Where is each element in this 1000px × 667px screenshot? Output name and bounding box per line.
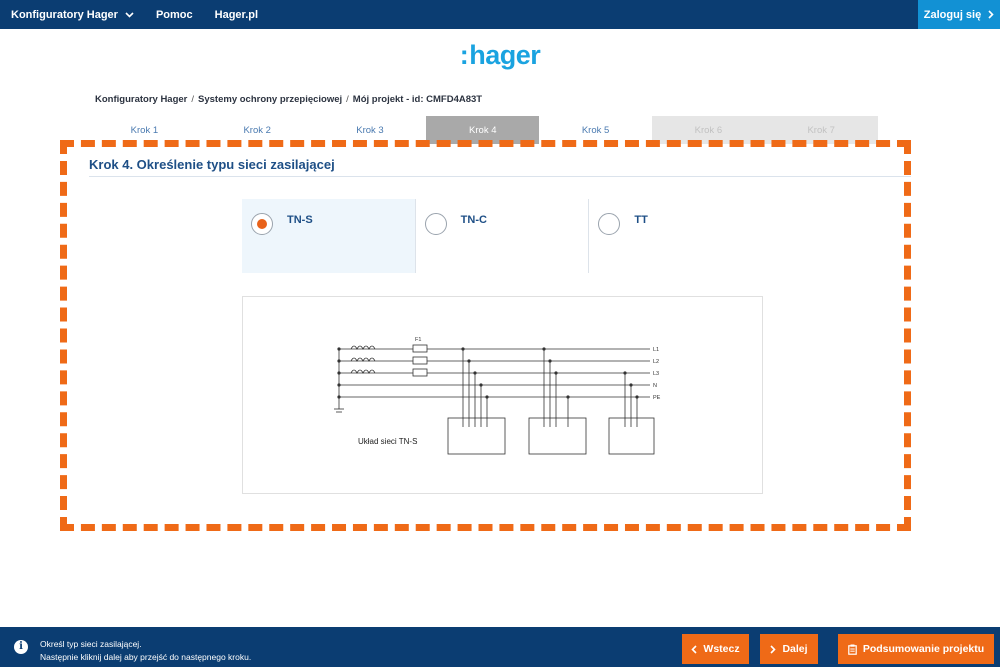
- radio-button-selected[interactable]: [251, 213, 273, 235]
- option-label-tn-c: TN-C: [460, 214, 487, 226]
- network-diagram: F1 L1 L2 L3 N PE Układ sieci TN-S: [242, 296, 763, 494]
- tn-s-schematic: F1 L1 L2 L3 N PE: [334, 337, 661, 455]
- chevron-left-icon: [691, 644, 697, 654]
- hager-logo[interactable]: :hager: [0, 40, 1000, 71]
- logo-text: hager: [469, 40, 541, 70]
- info-icon: i: [14, 640, 28, 654]
- chevron-right-icon: [988, 10, 994, 19]
- breadcrumb-configurators[interactable]: Konfiguratory Hager: [95, 94, 187, 105]
- option-label-tn-s: TN-S: [287, 214, 313, 226]
- fuse-label: F1: [415, 337, 421, 343]
- breadcrumb-surge-protection[interactable]: Systemy ochrony przepięciowej: [198, 94, 342, 105]
- nav-configurators-dropdown[interactable]: Konfiguratory Hager: [0, 0, 145, 29]
- login-button[interactable]: Zaloguj się: [918, 0, 1000, 29]
- breadcrumb-project: Mój projekt - id: CMFD4A83T: [352, 94, 483, 105]
- breadcrumb-separator: /: [346, 94, 349, 105]
- login-label: Zaloguj się: [923, 8, 982, 21]
- next-label: Dalej: [782, 643, 808, 655]
- radio-button[interactable]: [424, 213, 447, 235]
- title-divider: [89, 176, 911, 177]
- step-tab-3[interactable]: Krok 3: [314, 116, 427, 144]
- next-button[interactable]: Dalej: [760, 634, 818, 664]
- line-label-l2: L2: [653, 359, 659, 365]
- page-title: Krok 4. Określenie typu sieci zasilające…: [89, 157, 335, 172]
- line-label-pe: PE: [653, 395, 661, 401]
- line-label-l3: L3: [653, 371, 659, 377]
- radio-button[interactable]: [598, 213, 621, 235]
- clipboard-icon: [848, 644, 857, 655]
- step-tab-6: Krok 6: [651, 116, 765, 144]
- option-tn-c[interactable]: TN-C: [416, 199, 590, 273]
- logo-mark: :: [459, 40, 469, 70]
- back-button[interactable]: Wstecz: [682, 634, 749, 664]
- nav-help-link[interactable]: Pomoc: [145, 0, 204, 29]
- nav-hager-link[interactable]: Hager.pl: [204, 0, 269, 29]
- step-tab-7: Krok 7: [764, 116, 878, 144]
- info-line-2: Następnie kliknij dalej aby przejść do n…: [40, 652, 252, 662]
- network-type-options: TN-S TN-C TT: [242, 199, 762, 273]
- back-label: Wstecz: [703, 643, 740, 655]
- breadcrumb-separator: /: [191, 94, 195, 105]
- project-summary-button[interactable]: Podsumowanie projektu: [838, 634, 994, 664]
- breadcrumb: Konfiguratory Hager / Systemy ochrony pr…: [95, 94, 482, 105]
- summary-label: Podsumowanie projektu: [862, 643, 985, 655]
- nav-configurators-label: Konfiguratory Hager: [11, 8, 118, 21]
- step-tab-4[interactable]: Krok 4: [426, 116, 540, 144]
- chevron-down-icon: [125, 11, 134, 18]
- info-message: Określ typ sieci zasilającej. Następnie …: [40, 638, 251, 664]
- line-label-n: N: [653, 383, 657, 389]
- diagram-caption: Układ sieci TN-S: [358, 437, 418, 446]
- option-label-tt: TT: [634, 214, 648, 226]
- line-label-l1: L1: [653, 347, 659, 353]
- radio-dot: [256, 218, 267, 229]
- top-navigation: Konfiguratory Hager Pomoc Hager.pl: [0, 0, 1000, 29]
- chevron-right-icon: [770, 644, 777, 654]
- option-tt[interactable]: TT: [589, 199, 762, 273]
- step-tab-1[interactable]: Krok 1: [88, 116, 201, 144]
- step-tab-5[interactable]: Krok 5: [539, 116, 652, 144]
- info-line-1: Określ typ sieci zasilającej.: [40, 639, 142, 649]
- option-tn-s[interactable]: TN-S: [242, 199, 416, 273]
- step-tabs: Krok 1 Krok 2 Krok 3 Krok 4 Krok 5 Krok …: [88, 116, 878, 144]
- step-tab-2[interactable]: Krok 2: [201, 116, 314, 144]
